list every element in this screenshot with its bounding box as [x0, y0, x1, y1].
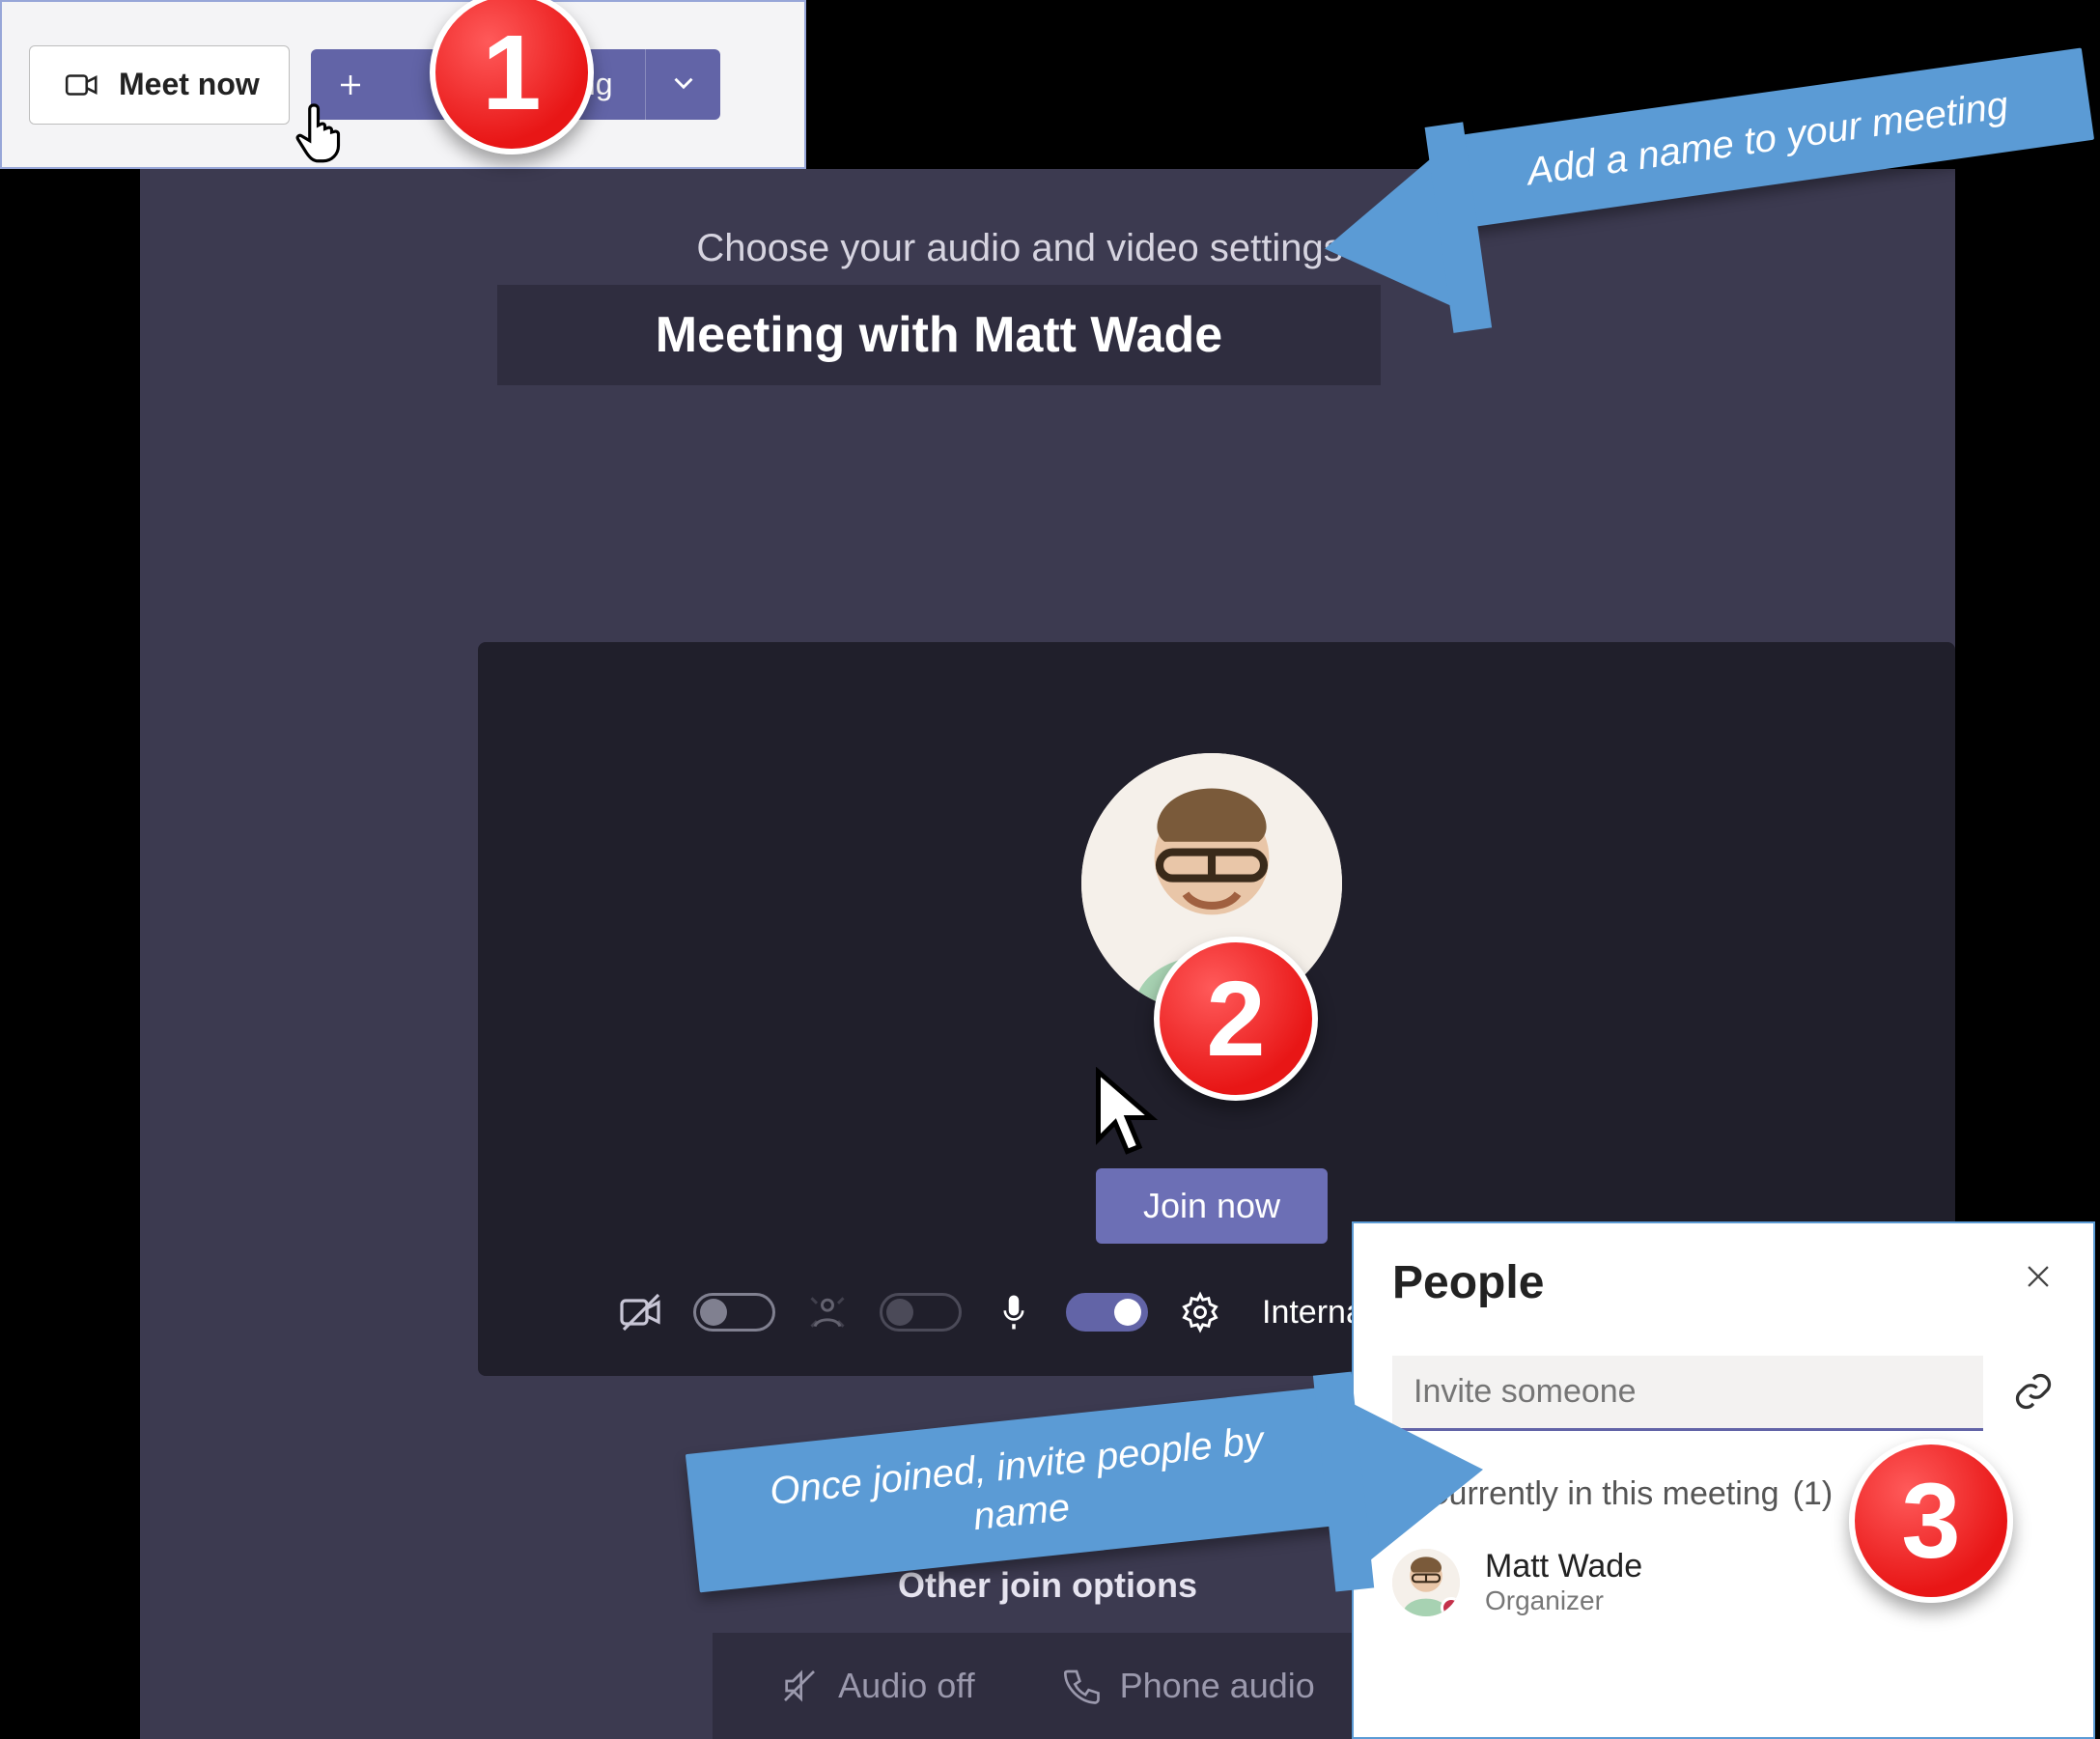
- device-settings-icon[interactable]: [1177, 1289, 1223, 1335]
- meeting-name-input[interactable]: Meeting with Matt Wade: [497, 285, 1381, 385]
- settings-heading: Choose your audio and video settings for: [140, 227, 1955, 270]
- background-toggle[interactable]: [880, 1293, 962, 1332]
- join-now-button[interactable]: Join now: [1096, 1168, 1328, 1244]
- close-people-button[interactable]: [2022, 1260, 2055, 1298]
- audio-off-label: Audio off: [838, 1666, 974, 1706]
- phone-audio-option[interactable]: Phone audio: [1062, 1666, 1315, 1706]
- attendee-avatar: [1392, 1549, 1460, 1616]
- meet-now-label: Meet now: [119, 67, 260, 102]
- currently-count: (1): [1793, 1475, 1834, 1513]
- background-fx-icon: [804, 1289, 851, 1335]
- people-title: People: [1392, 1256, 2055, 1309]
- camera-toggle[interactable]: [693, 1293, 775, 1332]
- step-badge-3: 3: [1849, 1439, 2013, 1603]
- attendee-name: Matt Wade: [1485, 1548, 1642, 1585]
- meet-now-button[interactable]: Meet now: [29, 45, 290, 125]
- microphone-icon: [991, 1289, 1037, 1335]
- step-badge-2: 2: [1154, 937, 1318, 1101]
- phone-audio-label: Phone audio: [1120, 1666, 1315, 1706]
- currently-label: Currently in this meeting: [1425, 1475, 1779, 1513]
- cursor-arrow-icon: [1091, 1067, 1168, 1168]
- collapse-triangle-icon: [1392, 1475, 1412, 1513]
- microphone-toggle[interactable]: [1066, 1293, 1148, 1332]
- attendee-role: Organizer: [1485, 1585, 1642, 1616]
- video-icon: [59, 62, 105, 108]
- chevron-down-icon: [667, 67, 700, 102]
- new-meeting-dropdown[interactable]: [645, 49, 720, 120]
- presence-busy-icon: [1441, 1597, 1460, 1616]
- cursor-hand-icon: [294, 101, 349, 168]
- join-now-label: Join now: [1143, 1186, 1280, 1225]
- copy-link-icon[interactable]: [2012, 1370, 2055, 1417]
- meeting-toolbar: Meet now hidden ing: [0, 0, 806, 169]
- audio-off-option[interactable]: Audio off: [780, 1666, 974, 1706]
- camera-off-icon: [618, 1289, 664, 1335]
- invite-someone-input[interactable]: [1392, 1356, 1983, 1431]
